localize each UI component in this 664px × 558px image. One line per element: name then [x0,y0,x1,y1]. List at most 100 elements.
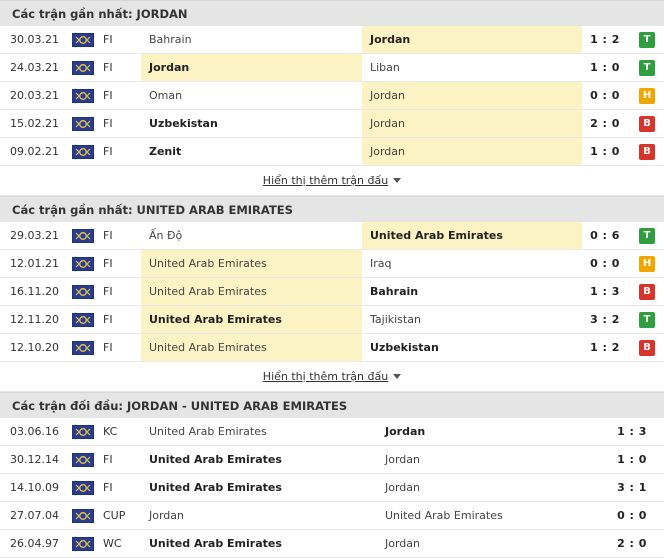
competition-flag-icon [71,138,95,165]
match-row[interactable]: 14.10.09 FI United Arab Emirates Jordan 3 :… [0,474,664,502]
match-date: 03.06.16 [10,425,59,438]
home-team[interactable]: Jordan [141,54,362,81]
away-team[interactable]: Jordan [377,530,577,557]
result-badge: T [639,311,655,328]
competition-code: FI [103,313,113,326]
competition-flag-icon [71,334,95,361]
competition-code: FI [103,117,113,130]
away-team[interactable]: Jordan [377,446,577,473]
away-team[interactable]: United Arab Emirates [377,502,577,529]
match-date: 27.07.04 [10,509,59,522]
result-cell: T [638,222,656,249]
result-cell: T [638,54,656,81]
match-row[interactable]: 15.02.21 FI Uzbekistan Jordan 2 : 0 B [0,110,664,138]
match-row[interactable]: 12.01.21 FI United Arab Emirates Iraq 0 : 0… [0,250,664,278]
home-team[interactable]: United Arab Emirates [141,474,377,501]
competition-flag-icon [71,530,95,557]
competition-flag-icon [71,54,95,81]
competition-code: FI [103,229,113,242]
result-badge: T [639,59,655,76]
match-score: 3 : 2 [590,313,620,326]
show-more-row: Hiển thị thêm trận đấu [0,166,664,196]
result-badge: B [639,283,655,300]
match-row[interactable]: 03.06.16 KC United Arab Emirates Jordan 1 :… [0,418,664,446]
match-section: Các trận gần nhất: UNITED ARAB EMIRATES 2… [0,196,664,392]
home-team[interactable]: Zenit [141,138,362,165]
match-row[interactable]: 26.04.97 WC United Arab Emirates Jordan 2 :… [0,530,664,558]
match-history-panel: Các trận gần nhất: JORDAN 30.03.21 FI Bahr… [0,0,664,558]
match-date: 29.03.21 [10,229,59,242]
match-row[interactable]: 29.03.21 FI Ấn Độ United Arab Emirates 0 : … [0,222,664,250]
match-score: 1 : 0 [590,61,620,74]
home-team[interactable]: Oman [141,82,362,109]
match-row[interactable]: 20.03.21 FI Oman Jordan 0 : 0 H [0,82,664,110]
match-row[interactable]: 16.11.20 FI United Arab Emirates Bahrain 1 … [0,278,664,306]
match-date: 15.02.21 [10,117,59,130]
result-badge: H [639,87,655,104]
away-team[interactable]: Jordan [362,110,582,137]
match-row[interactable]: 12.11.20 FI United Arab Emirates Tajikista… [0,306,664,334]
away-team[interactable]: Tajikistan [362,306,582,333]
home-team[interactable]: United Arab Emirates [141,278,362,305]
match-row[interactable]: 27.07.04 CUP Jordan United Arab Emirates 0 … [0,502,664,530]
competition-code: FI [103,341,113,354]
result-badge: T [639,227,655,244]
match-date: 14.10.09 [10,481,59,494]
home-team[interactable]: United Arab Emirates [141,250,362,277]
home-team[interactable]: Bahrain [141,26,362,53]
home-team[interactable]: United Arab Emirates [141,446,377,473]
home-team[interactable]: Uzbekistan [141,110,362,137]
away-team[interactable]: Uzbekistan [362,334,582,361]
competition-flag-icon [71,474,95,501]
away-team[interactable]: Liban [362,54,582,81]
competition-flag-icon [71,222,95,249]
show-more-link[interactable]: Hiển thị thêm trận đấu [262,370,402,383]
competition-flag-icon [71,502,95,529]
away-team[interactable]: Jordan [362,138,582,165]
away-team[interactable]: Jordan [362,26,582,53]
match-row[interactable]: 09.02.21 FI Zenit Jordan 1 : 0 B [0,138,664,166]
away-team[interactable]: Iraq [362,250,582,277]
match-score: 1 : 3 [617,425,647,438]
competition-flag-icon [71,278,95,305]
home-team[interactable]: Ấn Độ [141,222,362,249]
caret-down-icon [393,178,402,183]
competition-code: FI [103,61,113,74]
section-title: Các trận gần nhất: UNITED ARAB EMIRATES [0,196,664,222]
competition-code: WC [103,537,122,550]
match-date: 16.11.20 [10,285,59,298]
match-score: 1 : 0 [590,145,620,158]
home-team[interactable]: Jordan [141,502,377,529]
match-score: 1 : 3 [590,285,620,298]
result-cell: H [638,82,656,109]
match-date: 09.02.21 [10,145,59,158]
home-team[interactable]: United Arab Emirates [141,306,362,333]
competition-code: FI [103,33,113,46]
result-cell: T [638,306,656,333]
home-team[interactable]: United Arab Emirates [141,530,377,557]
match-score: 3 : 1 [617,481,647,494]
show-more-label: Hiển thị thêm trận đấu [262,370,389,383]
away-team[interactable]: Jordan [377,418,577,445]
match-row[interactable]: 30.03.21 FI Bahrain Jordan 1 : 2 T [0,26,664,54]
match-row[interactable]: 24.03.21 FI Jordan Liban 1 : 0 T [0,54,664,82]
away-team[interactable]: Bahrain [362,278,582,305]
home-team[interactable]: United Arab Emirates [141,418,377,445]
away-team[interactable]: United Arab Emirates [362,222,582,249]
result-cell: B [638,278,656,305]
home-team[interactable]: United Arab Emirates [141,334,362,361]
show-more-row: Hiển thị thêm trận đấu [0,362,664,392]
competition-flag-icon [71,110,95,137]
match-date: 30.12.14 [10,453,59,466]
section-title: Các trận đối đầu: JORDAN - UNITED ARAB E… [0,392,664,418]
match-row[interactable]: 12.10.20 FI United Arab Emirates Uzbekista… [0,334,664,362]
result-cell: B [638,138,656,165]
match-row[interactable]: 30.12.14 FI United Arab Emirates Jordan 1 :… [0,446,664,474]
show-more-link[interactable]: Hiển thị thêm trận đấu [263,174,402,187]
away-team[interactable]: Jordan [377,474,577,501]
match-score: 1 : 0 [617,453,647,466]
result-cell: T [638,26,656,53]
competition-code: FI [103,145,113,158]
away-team[interactable]: Jordan [362,82,582,109]
result-badge: B [639,115,655,132]
